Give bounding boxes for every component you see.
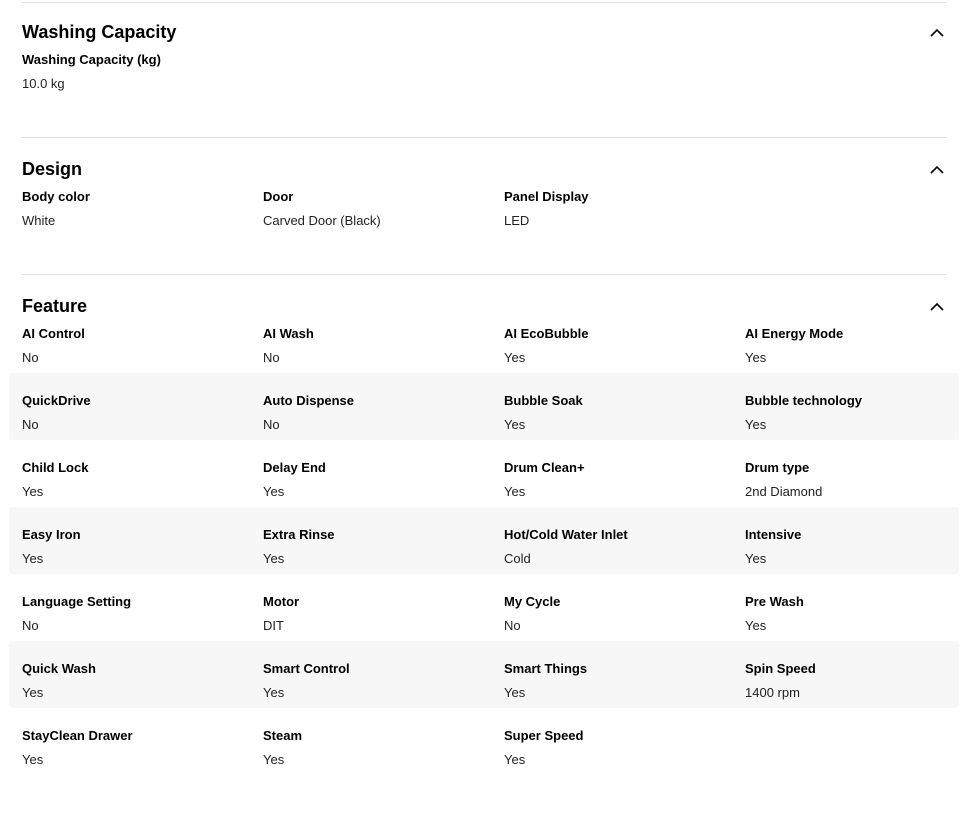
spec-label: Auto Dispense — [263, 393, 355, 408]
spec-value: 1400 rpm — [745, 685, 800, 700]
spec-value: Yes — [504, 350, 526, 365]
spec-label: Steam — [263, 728, 303, 743]
spec-label: Body color — [22, 189, 90, 204]
spec-row: Child Lock Yes Delay End Yes Drum Clean+ Yes D… — [9, 440, 959, 507]
spec-value: Yes — [745, 350, 767, 365]
spec-value: Yes — [22, 484, 44, 499]
spec-value: 2nd Diamond — [745, 484, 823, 499]
spec-label: AI Control — [22, 326, 85, 341]
spec-value: Yes — [22, 551, 44, 566]
spec-value: Yes — [263, 484, 285, 499]
spec-label: Extra Rinse — [263, 527, 335, 542]
spec-label: Door — [263, 189, 294, 204]
spec-value: Yes — [504, 417, 526, 432]
spec-row: QuickDrive No Auto Dispense No Bubble Soak Ye… — [9, 373, 959, 440]
section-washing-capacity: Washing Capacity Washing Capacity (kg) 10.… — [0, 0, 963, 139]
spec-label: Spin Speed — [745, 661, 816, 676]
spec-value: Yes — [263, 685, 285, 700]
spec-value: No — [22, 350, 39, 365]
spec-label: Motor — [263, 594, 300, 609]
spec-label: Easy Iron — [22, 527, 81, 542]
spec-label: Washing Capacity (kg) — [22, 52, 161, 67]
spec-value: No — [263, 417, 280, 432]
spec-label: Smart Control — [263, 661, 350, 676]
spec-row: AI Control No AI Wash No AI EcoBubble Yes AI E… — [9, 306, 959, 373]
spec-label: AI Energy Mode — [745, 326, 844, 341]
spec-value: Yes — [504, 685, 526, 700]
spec-label: Smart Things — [504, 661, 588, 676]
spec-label: Intensive — [745, 527, 802, 542]
spec-value: No — [504, 618, 521, 633]
spec-value: Yes — [504, 752, 526, 767]
spec-label: Panel Display — [504, 189, 589, 204]
spec-value: No — [263, 350, 280, 365]
spec-label: Quick Wash — [22, 661, 96, 676]
spec-value: Carved Door (Black) — [263, 213, 381, 228]
spec-row: Body color White Door Carved Door (Black) Pa… — [9, 169, 959, 236]
spec-row: Easy Iron Yes Extra Rinse Yes Hot/Cold Water… — [9, 507, 959, 574]
spec-value: White — [22, 213, 56, 228]
spec-row: Language Setting No Motor DIT My Cycle No Pre … — [9, 574, 959, 641]
spec-value: DIT — [263, 618, 284, 633]
spec-label: Hot/Cold Water Inlet — [504, 527, 628, 542]
spec-label: My Cycle — [504, 594, 561, 609]
section-design: Design Body color White Door Carved Door (Bl… — [0, 137, 963, 276]
spec-label: Super Speed — [504, 728, 584, 743]
spec-value: Yes — [263, 752, 285, 767]
spec-value: No — [22, 417, 39, 432]
section-feature: Feature AI Control No AI Wash No AI EcoBubble… — [0, 274, 963, 815]
spec-value: Yes — [22, 752, 44, 767]
spec-label: AI EcoBubble — [504, 326, 589, 341]
spec-label: QuickDrive — [22, 393, 91, 408]
spec-value: Yes — [745, 417, 767, 432]
spec-label: Child Lock — [22, 460, 89, 475]
spec-value: Yes — [22, 685, 44, 700]
spec-label: Pre Wash — [745, 594, 804, 609]
spec-label: StayClean Drawer — [22, 728, 133, 743]
spec-value: Cold — [504, 551, 531, 566]
spec-value: Yes — [263, 551, 285, 566]
spec-label: AI Wash — [263, 326, 314, 341]
spec-label: Bubble Soak — [504, 393, 583, 408]
spec-label: Drum type — [745, 460, 810, 475]
spec-value: Yes — [745, 618, 767, 633]
spec-label: Delay End — [263, 460, 326, 475]
spec-value: Yes — [745, 551, 767, 566]
spec-value: LED — [504, 213, 530, 228]
spec-label: Bubble technology — [745, 393, 862, 408]
spec-label: Drum Clean+ — [504, 460, 585, 475]
spec-label: Language Setting — [22, 594, 132, 609]
spec-row: StayClean Drawer Yes Steam Yes Super Speed Ye… — [9, 708, 959, 775]
spec-value: Yes — [504, 484, 526, 499]
spec-value: 10.0 kg — [22, 76, 65, 91]
spec-value: No — [22, 618, 39, 633]
spec-row: Washing Capacity (kg) 10.0 kg — [9, 32, 959, 99]
spec-row: Quick Wash Yes Smart Control Yes Smart Thing… — [9, 641, 959, 708]
